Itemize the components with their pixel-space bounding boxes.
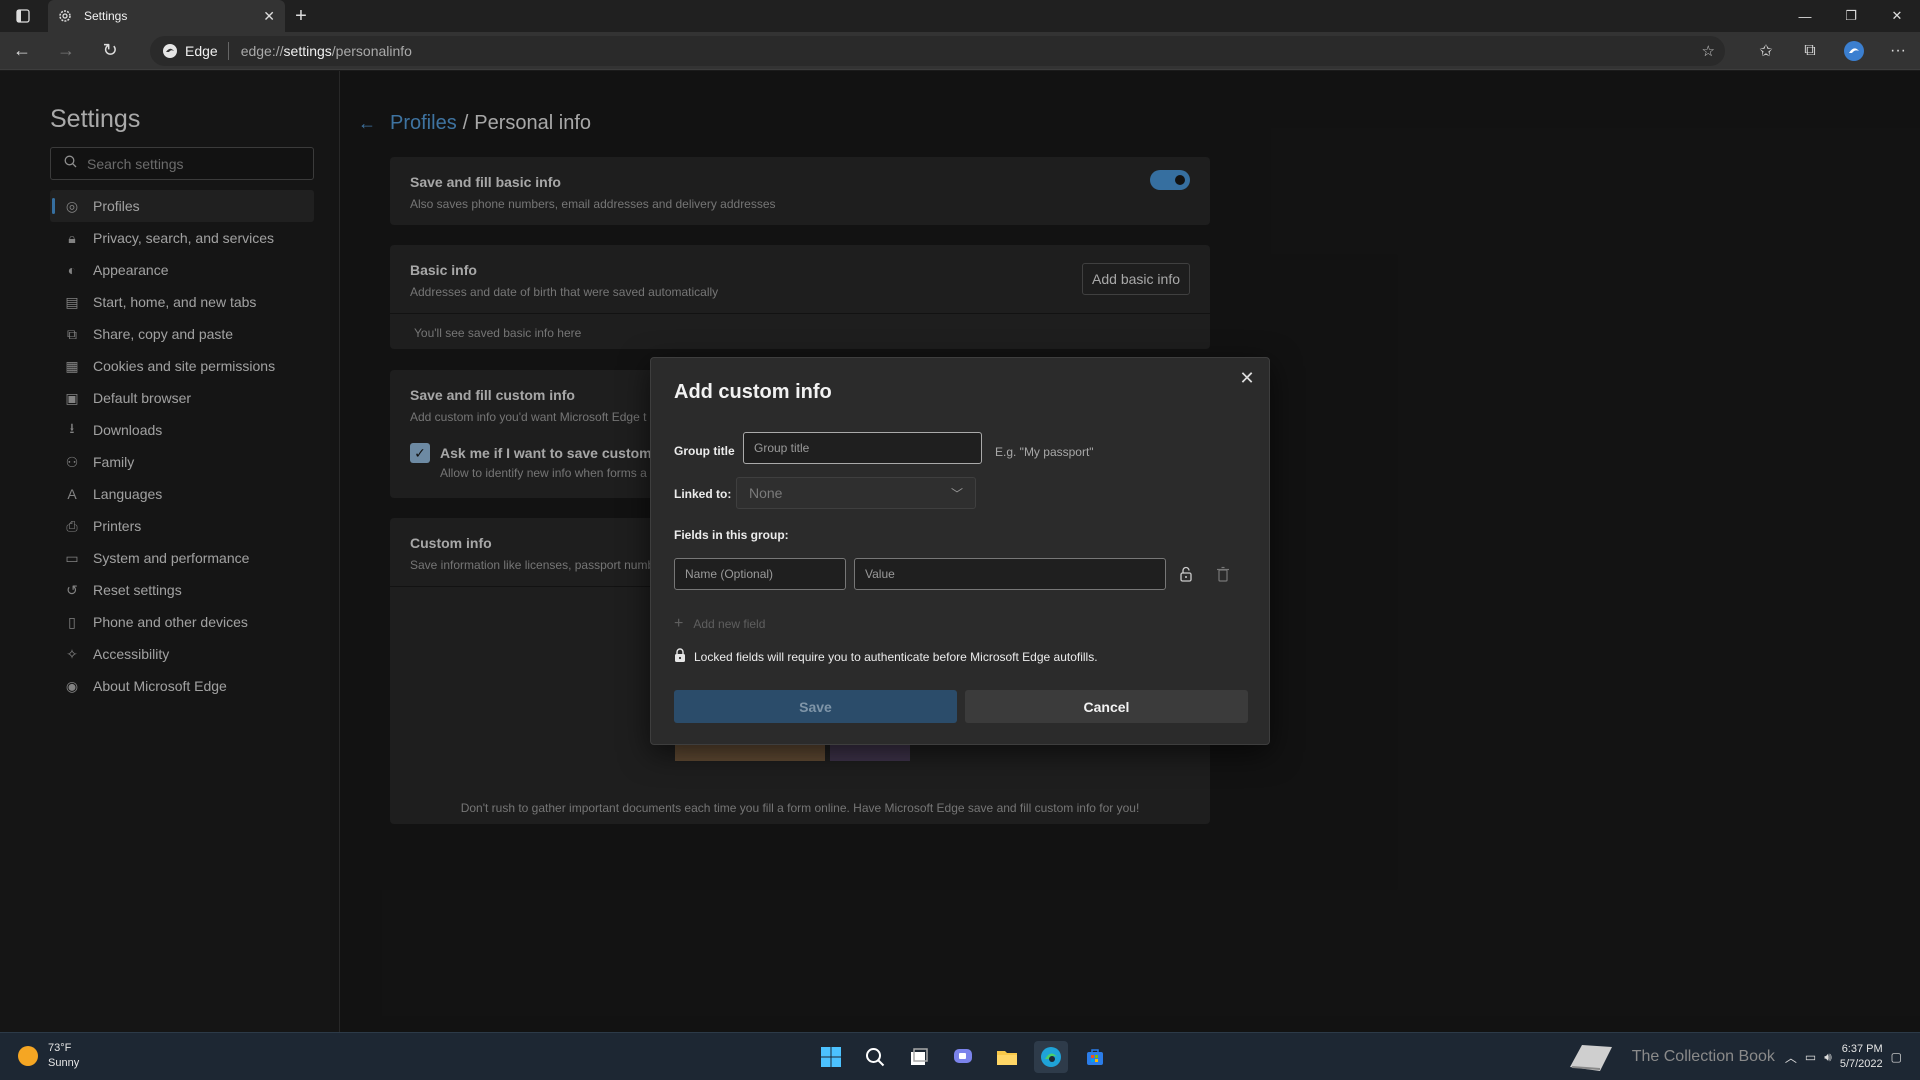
back-button[interactable]: ← (0, 32, 44, 70)
profile-avatar[interactable] (1832, 40, 1876, 62)
date: 5/7/2022 (1839, 1058, 1883, 1070)
window-close-icon[interactable]: ✕ (1874, 0, 1920, 32)
store-icon[interactable] (1078, 1041, 1112, 1073)
lock-icon (674, 648, 686, 665)
url-text: edge://settings/personalinfo (240, 42, 412, 59)
minimize-icon[interactable]: — (1782, 0, 1828, 32)
forward-button[interactable]: → (44, 32, 88, 70)
locked-fields-note: Locked fields will require you to authen… (674, 648, 1098, 665)
taskbar: 73°F Sunny The Collection Book ︿ ▭ 🔊︎ 6:… (0, 1032, 1920, 1080)
edge-taskbar-icon[interactable] (1034, 1041, 1068, 1073)
edge-chip[interactable]: Edge (162, 41, 229, 60)
unlock-icon[interactable] (1176, 564, 1196, 584)
cancel-button[interactable]: Cancel (965, 690, 1248, 723)
chat-icon[interactable] (946, 1041, 980, 1073)
tab-actions-icon (16, 9, 30, 23)
linked-to-value: None (749, 485, 783, 501)
delete-icon[interactable] (1213, 564, 1233, 584)
navigation-bar: ← → ↻ Edge edge://settings/personalinfo … (0, 32, 1920, 70)
favorites-icon[interactable]: ✩ (1744, 41, 1788, 61)
add-new-field-button[interactable]: + Add new field (674, 615, 765, 633)
group-title-input[interactable] (743, 432, 982, 464)
tab-settings[interactable]: Settings ✕ (48, 0, 285, 32)
add-custom-info-dialog: ✕ Add custom info Group title E.g. "My p… (650, 357, 1270, 745)
plus-icon: + (674, 615, 684, 632)
title-bar: Settings ✕ + — ❐ ✕ (0, 0, 1920, 32)
weather-condition: Sunny (48, 1057, 80, 1069)
field-value-input[interactable] (854, 558, 1166, 590)
address-bar[interactable]: Edge edge://settings/personalinfo ☆ (150, 35, 1725, 66)
close-icon[interactable]: ✕ (1235, 366, 1259, 390)
collections-icon[interactable]: ⧉ (1788, 42, 1832, 60)
close-tab-icon[interactable]: ✕ (263, 8, 275, 25)
chevron-up-icon[interactable]: ︿ (1785, 1049, 1797, 1066)
sun-icon (18, 1046, 38, 1066)
save-button[interactable]: Save (674, 690, 957, 723)
file-explorer-icon[interactable] (990, 1041, 1024, 1073)
start-icon[interactable] (814, 1041, 848, 1073)
dialog-title: Add custom info (674, 381, 832, 403)
add-favorite-icon[interactable]: ☆ (1702, 42, 1715, 60)
chip-label: Edge (185, 42, 218, 59)
watermark-text: The Collection Book (1631, 1048, 1775, 1065)
new-tab-button[interactable]: + (285, 0, 317, 32)
linked-to-select[interactable]: None ﹀ (736, 477, 976, 509)
fields-label: Fields in this group: (674, 528, 789, 542)
network-icon[interactable]: ▭ (1805, 1050, 1816, 1064)
restore-icon[interactable]: ❐ (1828, 0, 1874, 32)
weather-widget[interactable]: 73°F Sunny (18, 1041, 79, 1071)
field-name-input[interactable] (674, 558, 846, 590)
linked-to-label: Linked to: (674, 487, 732, 501)
time: 6:37 PM (1841, 1043, 1883, 1055)
notification-icon[interactable]: ▢ (1891, 1050, 1902, 1064)
clock[interactable]: 6:37 PM 5/7/2022 (1840, 1042, 1883, 1072)
tab-title: Settings (84, 9, 128, 23)
tab-actions-button[interactable] (0, 0, 46, 32)
refresh-button[interactable]: ↻ (88, 32, 132, 70)
book-logo-icon (1569, 1045, 1612, 1071)
gear-icon (58, 8, 74, 24)
task-view-icon[interactable] (902, 1041, 936, 1073)
volume-icon[interactable]: 🔊︎ (1824, 1050, 1832, 1065)
system-tray: The Collection Book ︿ ▭ 🔊︎ 6:37 PM 5/7/2… (1566, 1041, 1910, 1073)
chevron-down-icon: ﹀ (950, 486, 963, 501)
temperature: 73°F (48, 1042, 72, 1054)
more-options-icon[interactable]: ··· (1876, 42, 1920, 60)
edge-logo-icon (163, 43, 177, 58)
group-title-label: Group title (674, 444, 735, 458)
group-title-hint: E.g. "My passport" (995, 445, 1094, 459)
search-taskbar-icon[interactable] (858, 1041, 892, 1073)
